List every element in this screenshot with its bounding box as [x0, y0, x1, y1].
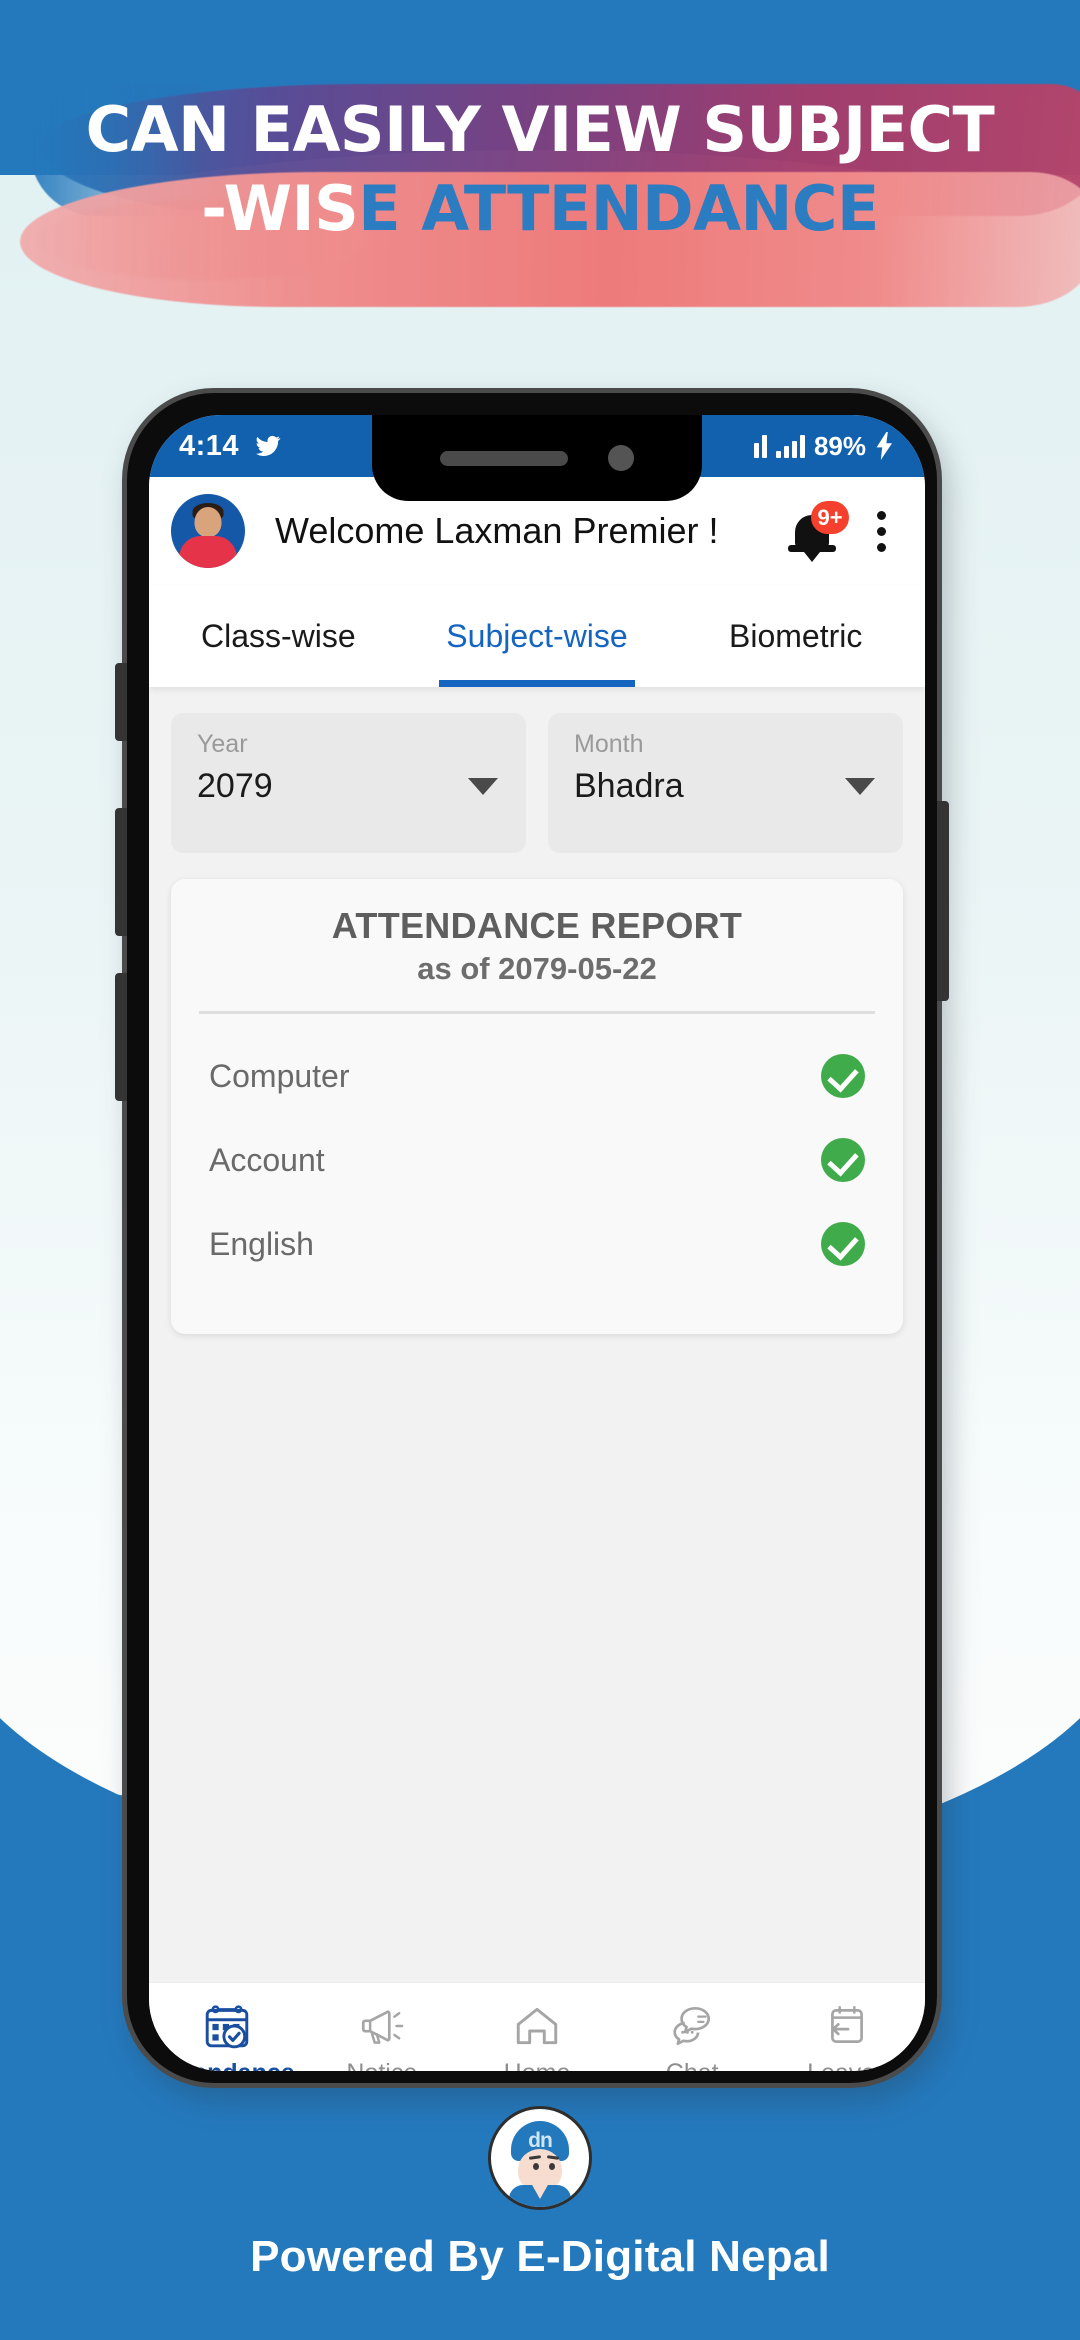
- headline-line-2-white: -WIS: [201, 172, 359, 246]
- phone-power-button[interactable]: [937, 801, 949, 1001]
- attendance-report-card: ATTENDANCE REPORT as of 2079-05-22 Compu…: [171, 879, 903, 1334]
- logo-eye-left: [533, 2163, 539, 2170]
- calendar-leave-icon: [831, 2006, 864, 2043]
- report-title: ATTENDANCE REPORT: [331, 905, 743, 946]
- chevron-down-icon: [845, 778, 875, 795]
- status-time: 4:14: [179, 429, 240, 462]
- month-dropdown-row: Bhadra: [574, 767, 883, 806]
- nav-item-attendance[interactable]: Attendance: [149, 2001, 304, 2071]
- check-circle-icon: [821, 1222, 865, 1266]
- signal-bars-sim2-icon: [753, 434, 767, 458]
- subject-list: Computer Account English: [197, 1042, 877, 1278]
- subject-name: English: [209, 1225, 314, 1262]
- check-circle-icon: [821, 1138, 865, 1182]
- home-icon: [516, 2007, 558, 2045]
- month-dropdown-label: Month: [574, 730, 644, 758]
- nav-label-chat: Chat: [666, 2059, 719, 2071]
- year-dropdown-value: 2079: [197, 767, 273, 805]
- list-item[interactable]: English: [197, 1210, 877, 1278]
- kebab-dot-1: [876, 510, 886, 520]
- footer-text: Powered By E-Digital Nepal: [250, 2232, 830, 2281]
- e-digital-nepal-logo: dn: [488, 2106, 592, 2210]
- year-dropdown-row: 2079: [197, 767, 506, 806]
- nav-item-chat[interactable]: Chat: [615, 2001, 770, 2071]
- phone-notch: [372, 415, 702, 501]
- phone-volume-down-button[interactable]: [115, 973, 127, 1101]
- nav-label-notice: Notice: [346, 2059, 417, 2071]
- logo-cap-text: dn: [528, 2129, 553, 2152]
- twitter-icon: [256, 435, 281, 456]
- month-dropdown-value: Bhadra: [574, 767, 684, 805]
- chevron-down-icon: [468, 778, 498, 795]
- kebab-menu-icon[interactable]: [861, 501, 901, 561]
- charging-bolt-icon: [876, 432, 892, 460]
- notification-badge: 9+: [811, 501, 849, 534]
- footer: dn Powered By E-Digital Nepal: [0, 2106, 1080, 2282]
- year-dropdown[interactable]: Year 2079: [171, 713, 526, 853]
- bottom-navigation-bar: Attendance Notice: [149, 1982, 925, 2071]
- subject-name: Computer: [209, 1057, 350, 1094]
- headline-line-1: CAN EASILY VIEW SUBJECT: [85, 93, 995, 166]
- headline-line-2-blue: E ATTENDANCE: [358, 172, 879, 246]
- subject-name: Account: [209, 1141, 325, 1178]
- promo-banner: CAN EASILY VIEW SUBJECT -WISE ATTENDANCE: [0, 80, 1080, 310]
- earpiece-speaker: [440, 450, 568, 466]
- list-item[interactable]: Account: [197, 1126, 877, 1194]
- content-area: Year 2079 Month Bhadra ATTENDANCE REPORT…: [149, 687, 925, 1982]
- month-dropdown[interactable]: Month Bhadra: [548, 713, 903, 853]
- phone-frame: 4:14 89% Welcome Laxman Premier ! 9+ Cla…: [115, 388, 949, 2088]
- signal-bars-icon: [775, 434, 805, 458]
- report-divider: [199, 1011, 875, 1014]
- check-circle-icon: [821, 1054, 865, 1098]
- nav-item-notice[interactable]: Notice: [304, 2001, 459, 2071]
- avatar[interactable]: [171, 494, 245, 568]
- report-subtitle: as of 2079-05-22: [417, 951, 657, 986]
- filter-row: Year 2079 Month Bhadra: [171, 713, 903, 853]
- kebab-dot-3: [876, 542, 886, 552]
- avatar-body: [179, 536, 237, 568]
- status-bar-right: 89%: [753, 430, 895, 462]
- nav-label-home: Home: [504, 2059, 571, 2071]
- tab-class-wise[interactable]: Class-wise: [149, 585, 408, 687]
- phone-volume-up-button[interactable]: [115, 808, 127, 936]
- headline-line-2: -WISE ATTENDANCE: [0, 177, 1080, 240]
- phone-button-left-top[interactable]: [115, 663, 127, 741]
- phone-mockup: 4:14 89% Welcome Laxman Premier ! 9+ Cla…: [115, 388, 958, 2106]
- front-camera-icon: [608, 445, 634, 471]
- tab-bar: Class-wise Subject-wise Biometric: [149, 585, 925, 687]
- battery-percent: 89%: [813, 430, 866, 461]
- calendar-check-icon: [205, 2005, 248, 2049]
- promo-page: CAN EASILY VIEW SUBJECT -WISE ATTENDANCE…: [0, 0, 1080, 2340]
- phone-screen: 4:14 89% Welcome Laxman Premier ! 9+ Cla…: [149, 415, 925, 2071]
- tab-subject-wise[interactable]: Subject-wise: [408, 585, 667, 687]
- tab-biometric[interactable]: Biometric: [666, 585, 925, 687]
- logo-eye-right: [549, 2163, 555, 2170]
- status-bar-left: 4:14: [179, 430, 283, 463]
- avatar-head: [194, 507, 222, 537]
- nav-label-attendance: Attendance: [159, 2059, 295, 2071]
- promo-headline: CAN EASILY VIEW SUBJECT -WISE ATTENDANCE: [0, 93, 1080, 241]
- nav-label-leaves: Leaves: [807, 2059, 888, 2071]
- list-item[interactable]: Computer: [197, 1042, 877, 1110]
- nav-item-leaves[interactable]: Leaves: [770, 2001, 925, 2071]
- chat-bubbles-icon: [673, 2006, 711, 2046]
- nav-item-home[interactable]: Home: [459, 2001, 614, 2071]
- year-dropdown-label: Year: [197, 730, 248, 758]
- notifications-button[interactable]: 9+: [788, 501, 849, 561]
- kebab-dot-2: [876, 526, 886, 536]
- page-title: Welcome Laxman Premier !: [275, 510, 719, 551]
- megaphone-icon: [361, 2010, 404, 2044]
